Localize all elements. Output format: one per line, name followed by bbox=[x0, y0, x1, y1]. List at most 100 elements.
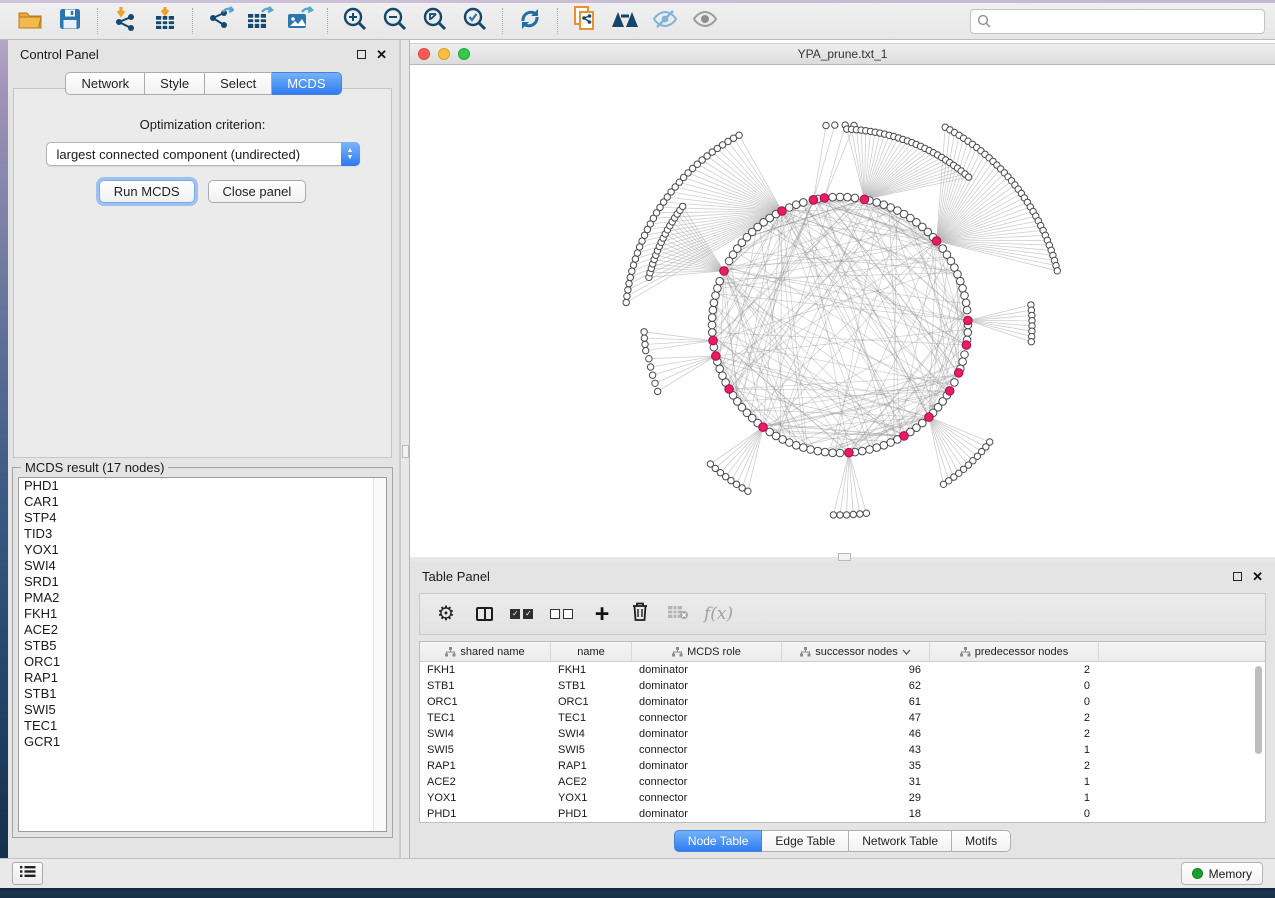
mcds-node[interactable] bbox=[964, 316, 973, 325]
network-node[interactable] bbox=[863, 510, 869, 516]
table-row[interactable]: ORC1ORC1dominator610 bbox=[420, 694, 1265, 710]
table-cell[interactable]: 1 bbox=[930, 744, 1099, 756]
table-cell[interactable]: 1 bbox=[930, 776, 1099, 788]
mcds-node[interactable] bbox=[845, 448, 854, 457]
mcds-result-item[interactable]: YOX1 bbox=[19, 542, 386, 558]
table-row[interactable]: FKH1FKH1dominator962 bbox=[420, 662, 1265, 678]
zoom-selected-button[interactable] bbox=[455, 5, 495, 37]
table-cell[interactable]: RAP1 bbox=[420, 760, 551, 772]
network-node[interactable] bbox=[710, 299, 718, 307]
mcds-node[interactable] bbox=[962, 341, 971, 350]
table-cell[interactable]: 35 bbox=[782, 760, 930, 772]
network-node[interactable] bbox=[837, 512, 843, 518]
network-node[interactable] bbox=[858, 447, 866, 455]
mcds-node[interactable] bbox=[725, 385, 734, 394]
deselect-all-button[interactable] bbox=[550, 600, 576, 628]
table-cell[interactable]: connector bbox=[632, 776, 782, 788]
mcds-result-item[interactable]: TID3 bbox=[19, 526, 386, 542]
tab-node-table[interactable]: Node Table bbox=[674, 830, 763, 852]
network-node[interactable] bbox=[626, 280, 632, 286]
network-node[interactable] bbox=[630, 262, 636, 268]
criterion-dropdown[interactable]: largest connected component (undirected)… bbox=[46, 142, 360, 166]
network-node[interactable] bbox=[641, 335, 647, 341]
table-cell[interactable]: dominator bbox=[632, 808, 782, 820]
mcds-node[interactable] bbox=[925, 413, 934, 422]
table-cell[interactable]: ORC1 bbox=[420, 696, 551, 708]
network-node[interactable] bbox=[857, 511, 863, 517]
table-cell[interactable]: 96 bbox=[782, 664, 930, 676]
network-node[interactable] bbox=[844, 193, 852, 201]
network-node[interactable] bbox=[832, 122, 838, 128]
table-row[interactable]: RAP1RAP1dominator352 bbox=[420, 758, 1265, 774]
table-cell[interactable]: 29 bbox=[782, 792, 930, 804]
table-cell[interactable]: 2 bbox=[930, 728, 1099, 740]
table-row[interactable]: SWI4SWI4dominator462 bbox=[420, 726, 1265, 742]
clone-network-button[interactable] bbox=[565, 5, 605, 37]
table-row[interactable]: PHD1PHD1dominator180 bbox=[420, 806, 1265, 822]
network-node[interactable] bbox=[829, 449, 837, 457]
column-header-shared-name[interactable]: shared name bbox=[420, 642, 551, 662]
mcds-node[interactable] bbox=[709, 336, 718, 345]
table-cell[interactable]: connector bbox=[632, 712, 782, 724]
network-node[interactable] bbox=[850, 511, 856, 517]
select-all-button[interactable] bbox=[510, 600, 536, 628]
network-node[interactable] bbox=[708, 329, 716, 337]
network-node[interactable] bbox=[957, 277, 965, 285]
table-cell[interactable]: 2 bbox=[930, 712, 1099, 724]
network-node[interactable] bbox=[714, 285, 722, 293]
float-panel-icon[interactable] bbox=[1233, 572, 1242, 581]
table-cell[interactable]: YOX1 bbox=[420, 792, 551, 804]
mcds-result-item[interactable]: SWI4 bbox=[19, 558, 386, 574]
table-cell[interactable]: 2 bbox=[930, 664, 1099, 676]
network-node[interactable] bbox=[830, 512, 836, 518]
network-node[interactable] bbox=[627, 274, 633, 280]
network-node[interactable] bbox=[709, 306, 717, 314]
table-cell[interactable]: 61 bbox=[782, 696, 930, 708]
table-cell[interactable]: YOX1 bbox=[551, 792, 632, 804]
mcds-result-item[interactable]: SRD1 bbox=[19, 574, 386, 590]
mcds-node[interactable] bbox=[900, 432, 909, 441]
mcds-list-scrollbar[interactable] bbox=[373, 478, 386, 831]
network-node[interactable] bbox=[823, 122, 829, 128]
mcds-result-list[interactable]: PHD1CAR1STP4TID3YOX1SWI4SRD1PMA2FKH1ACE2… bbox=[18, 477, 387, 832]
network-node[interactable] bbox=[961, 351, 969, 359]
network-node[interactable] bbox=[800, 199, 808, 207]
network-node[interactable] bbox=[959, 285, 967, 293]
export-network-button[interactable] bbox=[200, 5, 240, 37]
hide-selected-button[interactable] bbox=[645, 5, 685, 37]
network-node[interactable] bbox=[814, 447, 822, 455]
tab-edge-table[interactable]: Edge Table bbox=[762, 830, 849, 852]
table-cell[interactable]: connector bbox=[632, 744, 782, 756]
network-node[interactable] bbox=[1054, 268, 1060, 274]
table-cell[interactable]: STB1 bbox=[551, 680, 632, 692]
column-header-predecessor-nodes[interactable]: predecessor nodes bbox=[930, 642, 1099, 662]
mcds-result-item[interactable]: STB1 bbox=[19, 686, 386, 702]
network-node[interactable] bbox=[632, 256, 638, 262]
mcds-node[interactable] bbox=[820, 194, 829, 203]
table-cell[interactable]: dominator bbox=[632, 680, 782, 692]
export-table-button[interactable] bbox=[240, 5, 280, 37]
refresh-layout-button[interactable] bbox=[510, 5, 550, 37]
network-node[interactable] bbox=[716, 277, 724, 285]
network-window-titlebar[interactable]: YPA_prune.txt_1 bbox=[410, 43, 1275, 65]
table-cell[interactable]: 0 bbox=[930, 808, 1099, 820]
vertical-splitter[interactable] bbox=[400, 40, 410, 858]
mcds-result-item[interactable]: STB5 bbox=[19, 638, 386, 654]
network-node[interactable] bbox=[736, 132, 742, 138]
table-cell[interactable]: dominator bbox=[632, 696, 782, 708]
table-cell[interactable]: SWI5 bbox=[551, 744, 632, 756]
network-node[interactable] bbox=[792, 201, 800, 209]
network-node[interactable] bbox=[965, 174, 971, 180]
table-cell[interactable]: ACE2 bbox=[420, 776, 551, 788]
tab-network-table[interactable]: Network Table bbox=[849, 830, 952, 852]
table-cell[interactable]: dominator bbox=[632, 760, 782, 772]
table-cell[interactable]: dominator bbox=[632, 664, 782, 676]
table-cell[interactable]: 43 bbox=[782, 744, 930, 756]
close-panel-button[interactable]: Close panel bbox=[208, 180, 307, 203]
table-cell[interactable]: 62 bbox=[782, 680, 930, 692]
mcds-result-item[interactable]: PMA2 bbox=[19, 590, 386, 606]
export-image-button[interactable] bbox=[280, 5, 320, 37]
network-node[interactable] bbox=[851, 194, 859, 202]
table-cell[interactable]: PHD1 bbox=[420, 808, 551, 820]
first-neighbors-button[interactable] bbox=[605, 5, 645, 37]
